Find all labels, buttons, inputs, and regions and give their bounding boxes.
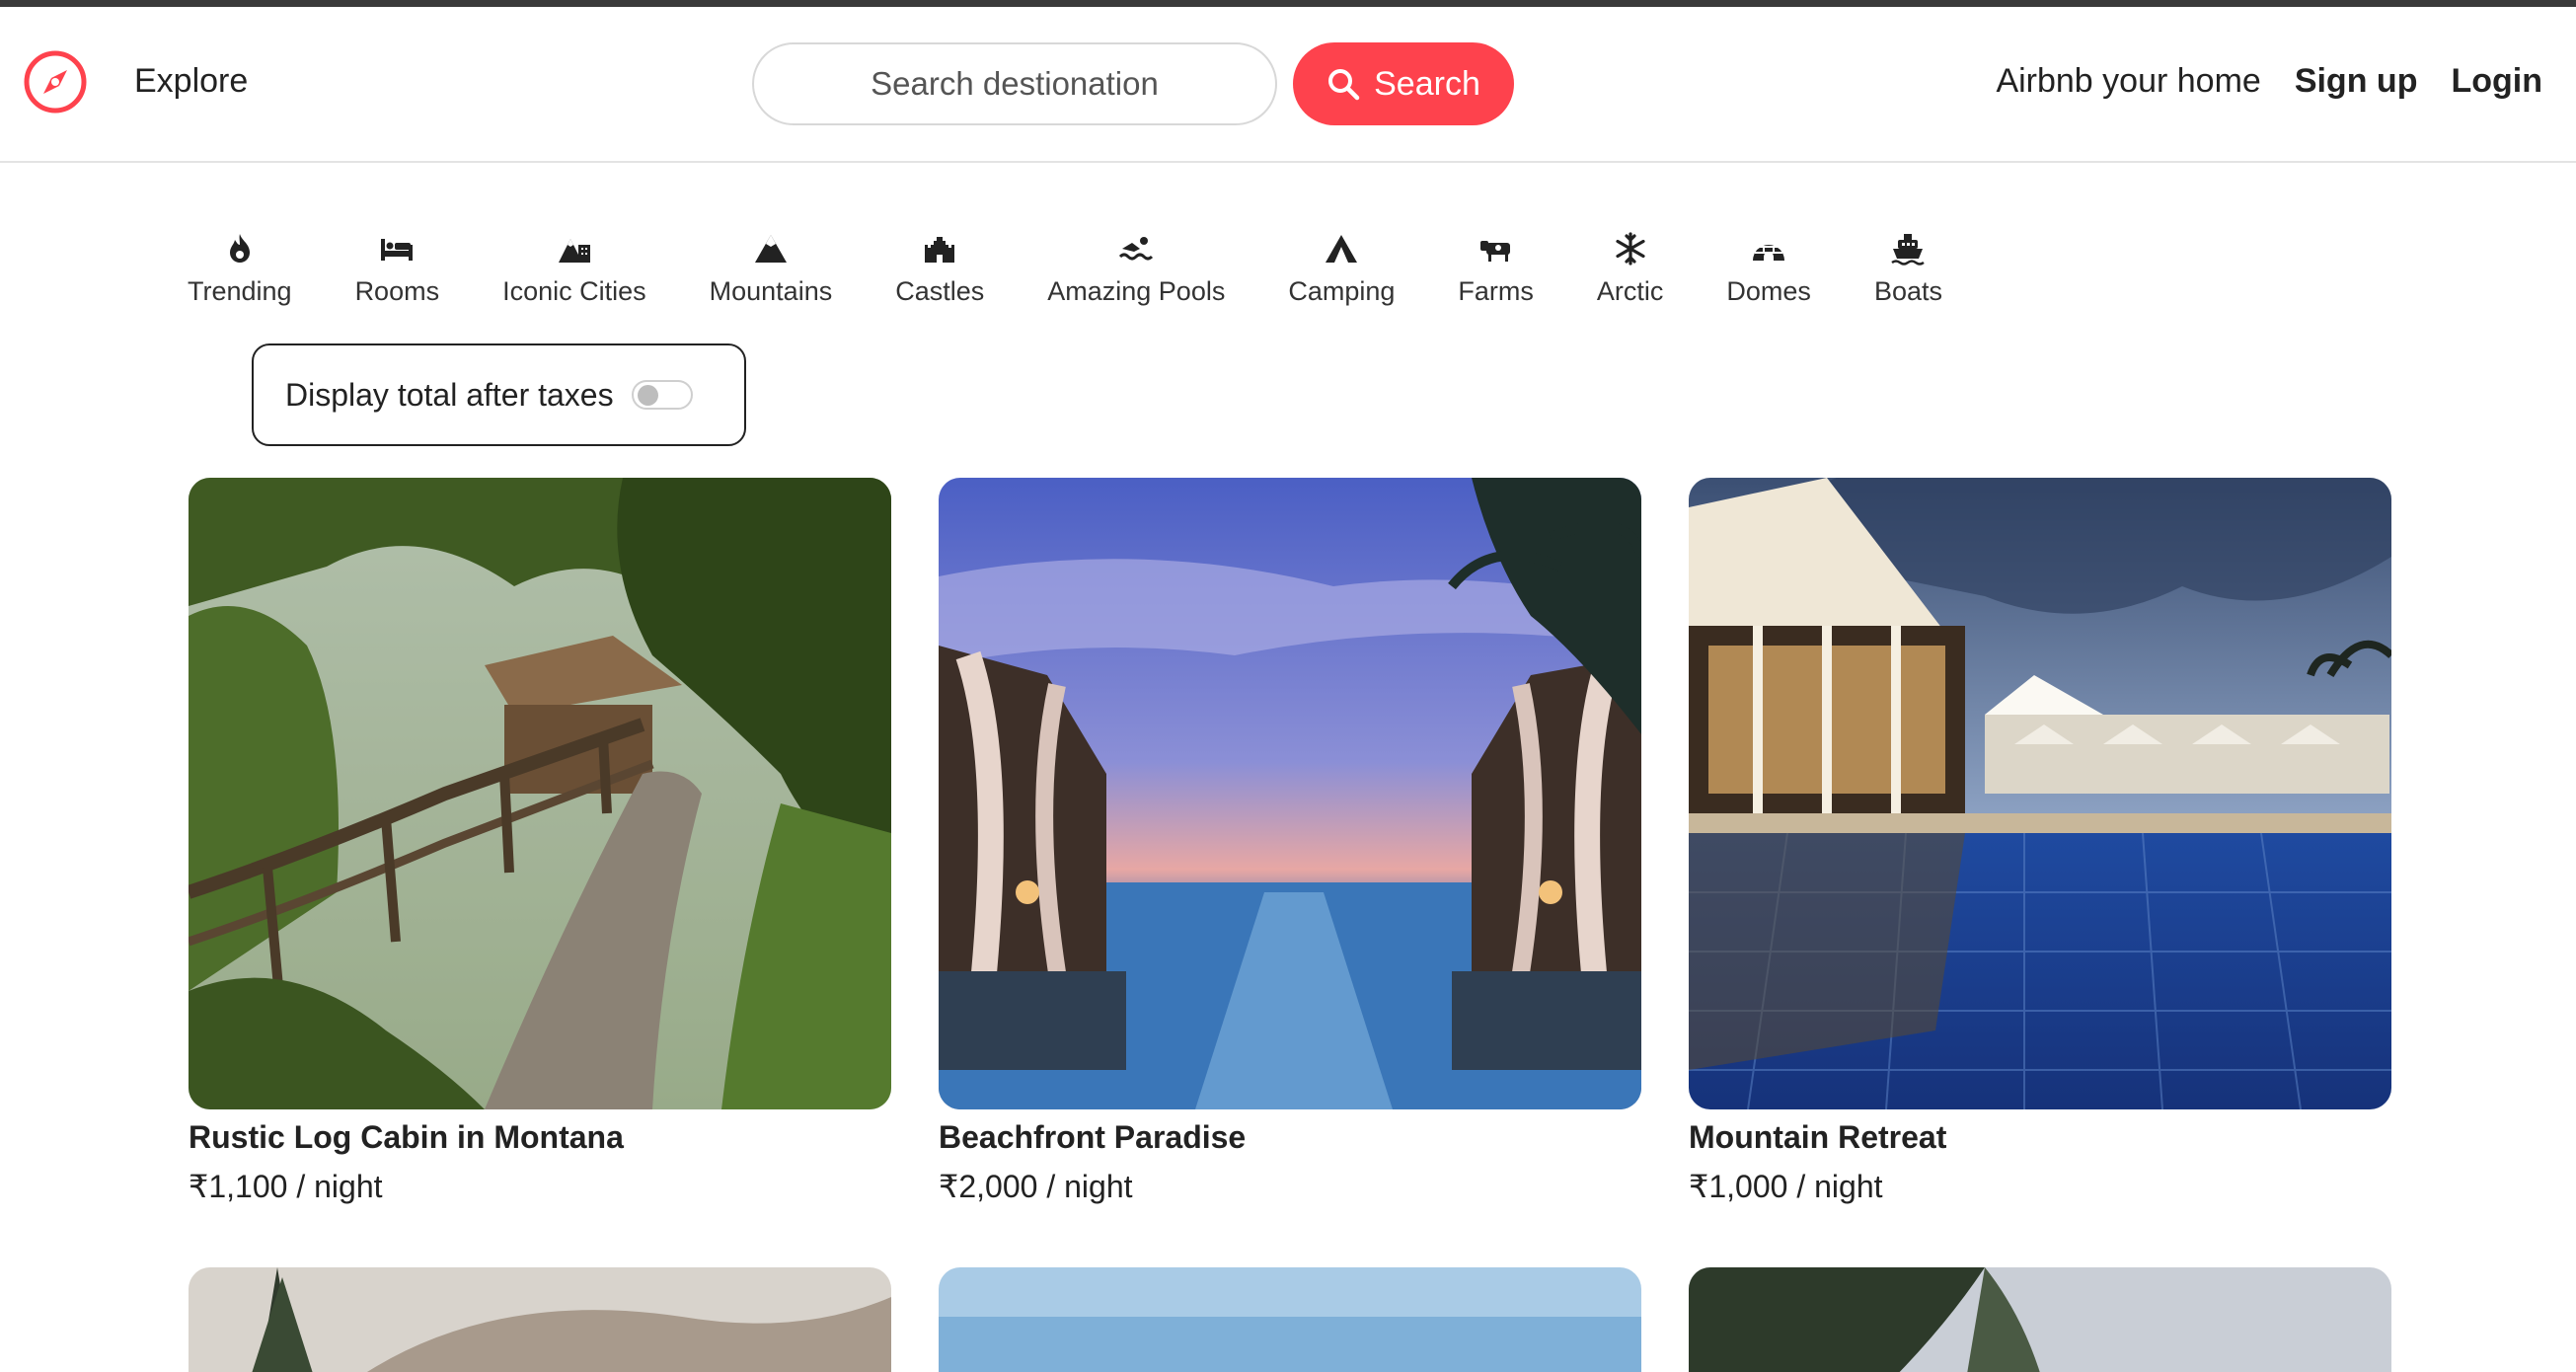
filter-domes[interactable]: Domes: [1726, 229, 1811, 307]
filter-iconic-cities[interactable]: Iconic Cities: [502, 229, 646, 307]
filter-label: Mountains: [709, 276, 833, 306]
listing-image[interactable]: [939, 1267, 1641, 1372]
tent-icon: [1322, 229, 1361, 268]
filter-amazing-pools[interactable]: Amazing Pools: [1047, 229, 1225, 307]
filter-label: Amazing Pools: [1047, 276, 1226, 306]
listing-title: Beachfront Paradise: [939, 1119, 1247, 1155]
filter-trending[interactable]: Trending: [188, 229, 292, 307]
listing-image[interactable]: [189, 478, 891, 1109]
filter-mountains[interactable]: Mountains: [709, 229, 833, 307]
filter-label: Castles: [895, 276, 985, 306]
listing-title: Rustic Log Cabin in Montana: [189, 1119, 624, 1155]
navbar: Explore Search Airbnb your home Sign up …: [0, 7, 2576, 163]
listing-card[interactable]: Beachfront Paradise ₹2,000 / night: [939, 478, 1641, 1205]
listing-price: ₹1,000 / night: [1689, 1169, 1883, 1204]
filter-arctic[interactable]: Arctic: [1596, 229, 1664, 307]
cow-icon: [1477, 229, 1516, 268]
filter-label: Iconic Cities: [502, 276, 646, 306]
tax-toggle-label: Display total after taxes: [285, 376, 614, 413]
search-button[interactable]: Search: [1293, 42, 1514, 125]
listing-image[interactable]: [1689, 1267, 2391, 1372]
window-top-border: [0, 0, 2576, 7]
category-filters: Trending Rooms Iconic Cities Mountains C…: [188, 229, 1942, 307]
filter-label: Farms: [1458, 276, 1534, 306]
listing-title: Mountain Retreat: [1689, 1119, 1947, 1155]
bed-icon: [377, 229, 417, 268]
filter-label: Camping: [1288, 276, 1396, 306]
listing-image[interactable]: [1689, 478, 2391, 1109]
search-button-label: Search: [1374, 64, 1480, 103]
search-icon: [1328, 69, 1360, 101]
filter-label: Trending: [188, 276, 292, 306]
listing-card[interactable]: Mountain Retreat ₹1,000 / night: [1689, 478, 2391, 1205]
airbnb-your-home-link[interactable]: Airbnb your home: [1996, 62, 2260, 101]
listing-price: ₹1,100 / night: [189, 1169, 383, 1204]
filter-label: Arctic: [1596, 276, 1664, 306]
filter-rooms[interactable]: Rooms: [354, 229, 440, 307]
fire-icon: [220, 229, 260, 268]
listing-price: ₹2,000 / night: [939, 1169, 1133, 1204]
city-mountain-icon: [555, 229, 594, 268]
search-input[interactable]: [752, 42, 1277, 125]
listing-image[interactable]: [189, 1267, 891, 1372]
castle-icon: [920, 229, 959, 268]
filter-label: Domes: [1726, 276, 1811, 306]
login-link[interactable]: Login: [2451, 62, 2542, 101]
swimmer-icon: [1116, 229, 1156, 268]
tax-toggle-box: Display total after taxes: [252, 343, 746, 446]
signup-link[interactable]: Sign up: [2295, 62, 2418, 101]
explore-link[interactable]: Explore: [134, 62, 248, 101]
snowflake-icon: [1611, 229, 1650, 268]
filter-boats[interactable]: Boats: [1874, 229, 1942, 307]
ship-icon: [1888, 229, 1928, 268]
igloo-icon: [1749, 229, 1788, 268]
filter-label: Rooms: [354, 276, 440, 306]
nav-right: Airbnb your home Sign up Login: [1996, 62, 2542, 101]
filter-castles[interactable]: Castles: [895, 229, 984, 307]
mountain-icon: [751, 229, 791, 268]
listing-card[interactable]: Rustic Log Cabin in Montana ₹1,100 / nig…: [189, 478, 891, 1205]
listing-image[interactable]: [939, 478, 1641, 1109]
filter-farms[interactable]: Farms: [1458, 229, 1534, 307]
filter-camping[interactable]: Camping: [1288, 229, 1395, 307]
tax-toggle-switch[interactable]: [631, 380, 693, 410]
filter-label: Boats: [1873, 276, 1942, 306]
compass-icon[interactable]: [22, 48, 89, 115]
